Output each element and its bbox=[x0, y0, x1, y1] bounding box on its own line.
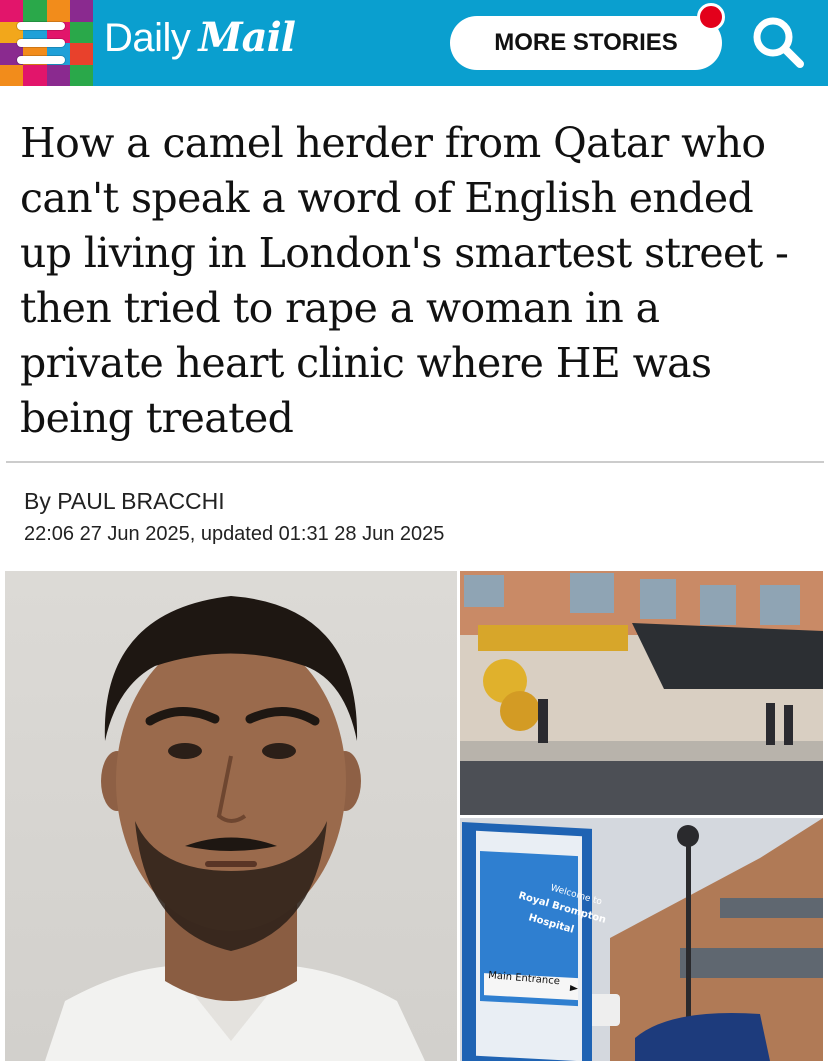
article-headline: How a camel herder from Qatar who can't … bbox=[20, 119, 789, 442]
logo-daily: Daily bbox=[104, 16, 191, 60]
hamburger-menu-icon bbox=[17, 22, 65, 64]
author-link[interactable]: PAUL BRACCHI bbox=[57, 488, 224, 514]
divider bbox=[6, 461, 824, 463]
byline-prefix: By bbox=[24, 488, 58, 514]
more-stories-button[interactable]: MORE STORIES bbox=[450, 16, 722, 70]
notification-dot bbox=[697, 3, 725, 31]
dateline: 22:06 27 Jun 2025, updated 01:31 28 Jun … bbox=[24, 523, 445, 545]
street-photo[interactable] bbox=[460, 571, 823, 815]
logo-mail: Mail bbox=[198, 14, 296, 61]
top-bar: Daily Mail MORE STORIES bbox=[0, 0, 828, 86]
site-logo[interactable]: Daily Mail bbox=[104, 14, 296, 70]
menu-button[interactable] bbox=[0, 0, 93, 86]
search-icon[interactable] bbox=[748, 12, 808, 72]
mugshot-photo[interactable] bbox=[5, 571, 457, 1061]
hospital-photo[interactable]: Welcome to Royal Brompton Hospital Main … bbox=[460, 818, 823, 1061]
byline: By PAUL BRACCHI bbox=[24, 488, 225, 515]
